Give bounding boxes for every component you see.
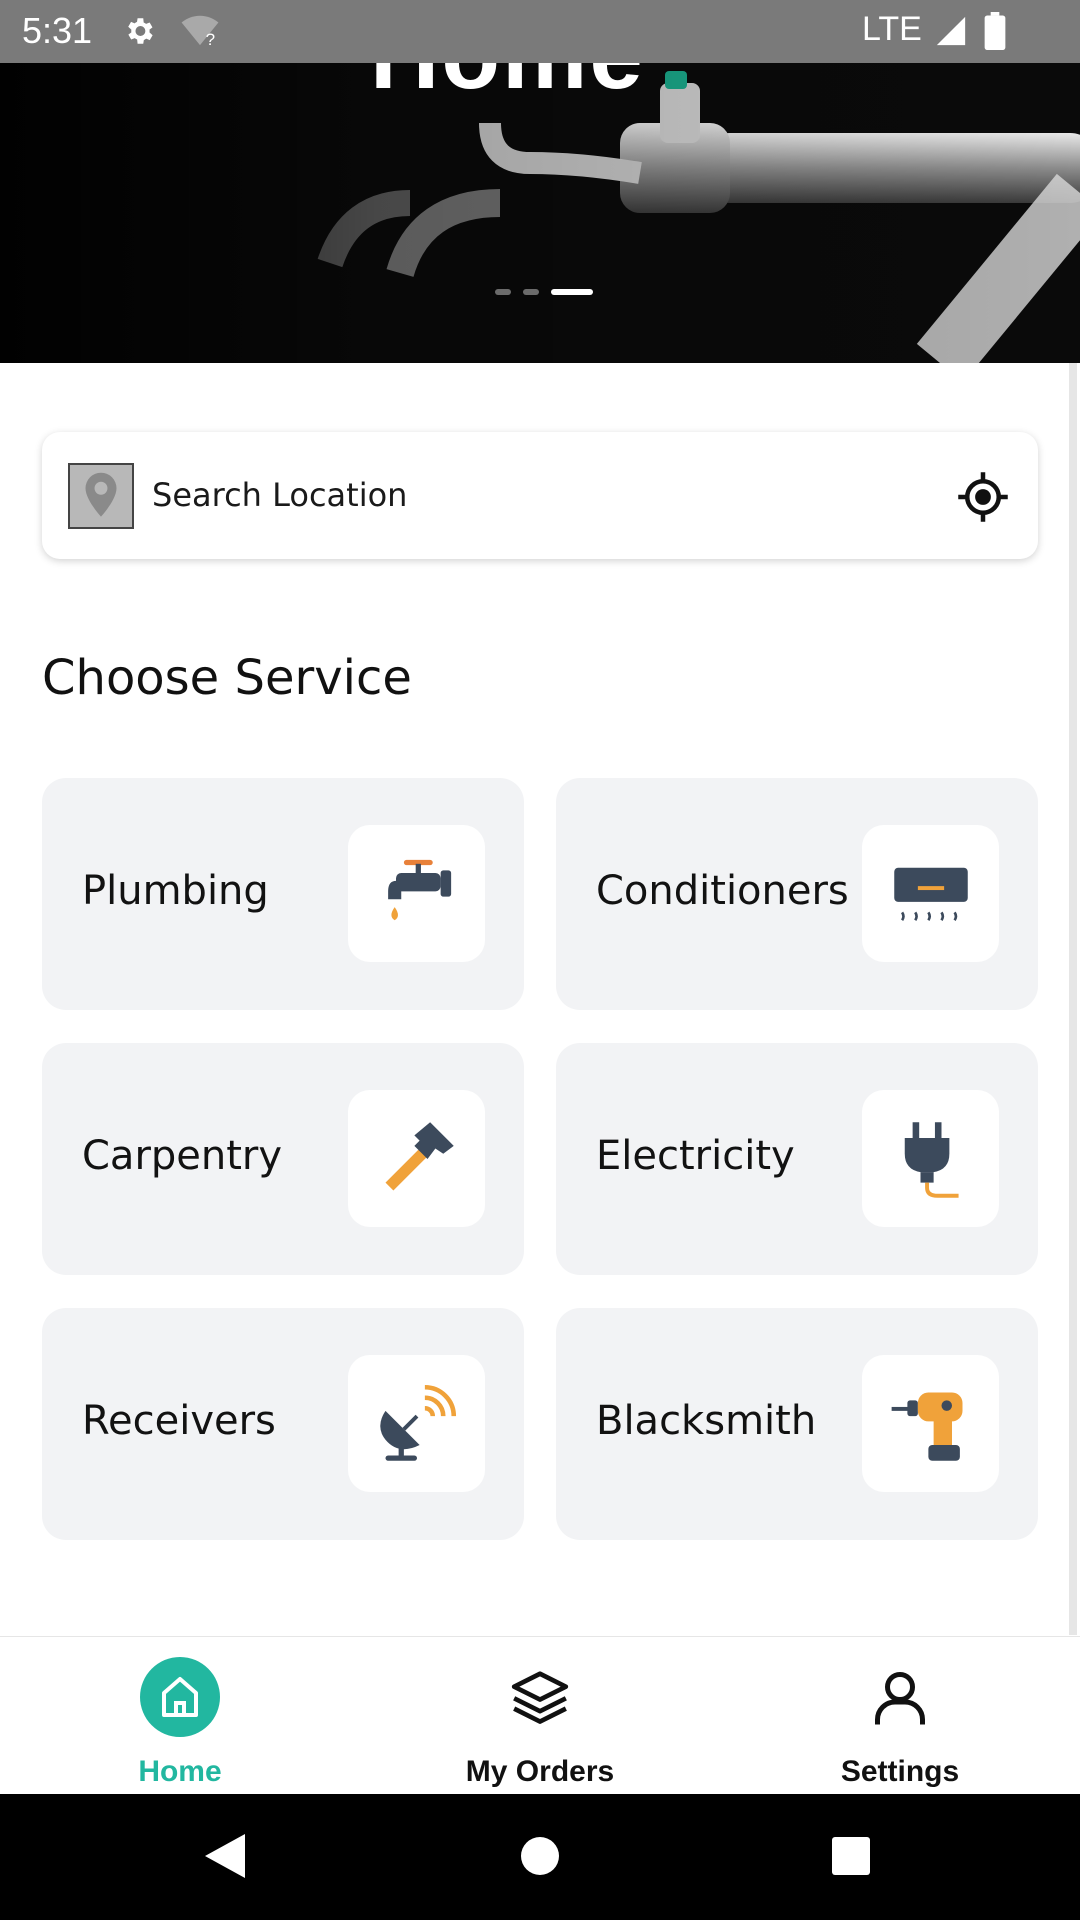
service-icon-box: [348, 1355, 485, 1492]
satellite-dish-icon: [379, 1384, 456, 1461]
network-type: LTE: [862, 10, 922, 48]
service-icon-box: [862, 1090, 999, 1227]
nav-label: My Orders: [465, 1755, 615, 1788]
carousel-dot: [523, 289, 539, 295]
layers-icon: [511, 1671, 569, 1724]
search-location-input[interactable]: Search Location: [152, 476, 407, 514]
settings-gear-icon: [128, 18, 153, 44]
service-label: Blacksmith: [596, 1398, 817, 1444]
hero-carousel[interactable]: Home: [0, 63, 1080, 363]
service-card-receivers[interactable]: Receivers: [42, 1308, 524, 1540]
recents-icon[interactable]: [832, 1837, 870, 1875]
nav-label: Home: [138, 1755, 222, 1788]
nav-my-orders[interactable]: My Orders: [360, 1637, 720, 1795]
service-label: Plumbing: [82, 868, 269, 914]
service-card-plumbing[interactable]: Plumbing: [42, 778, 524, 1010]
plug-icon: [904, 1121, 959, 1198]
service-card-blacksmith[interactable]: Blacksmith: [556, 1308, 1038, 1540]
svg-text:?: ?: [206, 30, 215, 48]
cell-signal-icon: [936, 16, 966, 46]
service-card-electricity[interactable]: Electricity: [556, 1043, 1038, 1275]
user-icon: [875, 1672, 925, 1725]
hero-headline: Home: [370, 63, 645, 111]
section-title: Choose Service: [42, 650, 412, 706]
bottom-navigation: Home My Orders Settings: [0, 1636, 1080, 1795]
layers-icon-wrapper: [500, 1657, 580, 1737]
air-conditioner-icon: [893, 867, 968, 921]
nav-home[interactable]: Home: [0, 1637, 360, 1795]
drill-icon: [891, 1392, 962, 1461]
service-label: Conditioners: [596, 868, 849, 914]
my-location-icon[interactable]: [956, 470, 1010, 524]
search-location-bar[interactable]: Search Location: [42, 432, 1038, 559]
service-icon-box: [348, 1090, 485, 1227]
carousel-dot-active: [551, 289, 593, 295]
home-icon-wrapper: [140, 1657, 220, 1737]
carousel-dot: [495, 289, 511, 295]
battery-icon: [984, 12, 1006, 50]
location-pin-icon: [68, 463, 134, 529]
service-card-conditioners[interactable]: Conditioners: [556, 778, 1038, 1010]
service-icon-box: [862, 1355, 999, 1492]
wifi-unknown-icon: ?: [181, 15, 219, 48]
status-time: 5:31: [22, 10, 93, 51]
service-card-carpentry[interactable]: Carpentry: [42, 1043, 524, 1275]
service-icon-box: [348, 825, 485, 962]
faucet-icon: [387, 859, 451, 920]
status-bar: 5:31 ? LTE: [0, 0, 1080, 63]
system-navigation-bar: [0, 1794, 1080, 1920]
hammer-icon: [385, 1121, 454, 1190]
back-icon[interactable]: [205, 1834, 245, 1878]
home-circle-icon[interactable]: [520, 1836, 560, 1876]
service-icon-box: [862, 825, 999, 962]
service-label: Carpentry: [82, 1133, 283, 1179]
scrollbar[interactable]: [1069, 363, 1077, 1635]
service-label: Receivers: [82, 1398, 276, 1444]
nav-settings[interactable]: Settings: [720, 1637, 1080, 1795]
home-icon: [162, 1677, 198, 1717]
service-label: Electricity: [596, 1133, 795, 1179]
carousel-indicator: [495, 289, 593, 295]
nav-label: Settings: [840, 1755, 960, 1788]
user-icon-wrapper: [860, 1657, 940, 1737]
